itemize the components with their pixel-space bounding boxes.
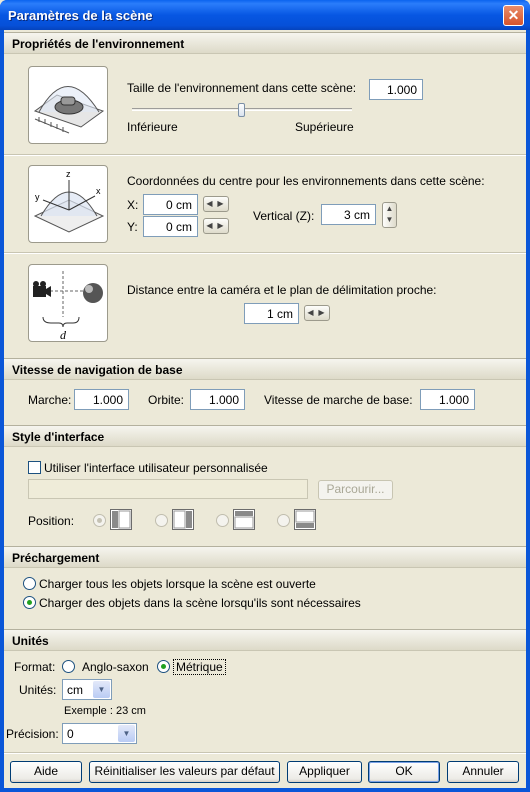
z-coordinate-input[interactable]: 3 cm [321,204,376,225]
near-clip-distance-spinner[interactable]: ◀ ▶ [304,305,330,321]
environment-size-illustration [28,66,108,144]
y-label: Y: [127,220,138,234]
x-label: X: [127,198,139,212]
slider-min-label: Inférieure [127,120,178,134]
dropdown-arrow-icon[interactable]: ▼ [118,725,135,742]
near-clip-distance-input[interactable]: 1 cm [244,303,299,324]
x-coordinate-input[interactable]: 0 cm [143,194,198,215]
precision-select[interactable]: 0 ▼ [62,723,137,744]
browse-button[interactable]: Parcourir... [318,480,393,500]
custom-interface-checkbox[interactable] [28,461,41,474]
axis-z-label: z [66,169,71,179]
orbit-label: Orbite: [148,393,185,407]
section-header-environment: Propriétés de l'environnement [4,32,526,54]
preload-all-label[interactable]: Charger tous les objets lorsque la scène… [39,577,316,591]
reset-defaults-button[interactable]: Réinitialiser les valeurs par défaut [89,761,280,783]
position-right-radio[interactable] [155,514,168,527]
help-button[interactable]: Aide [10,761,82,783]
position-label: Position: [28,514,75,528]
increment-arrow-icon[interactable]: ▶ [215,219,226,232]
up-arrow-icon[interactable]: ▲ [383,203,396,214]
divider [4,252,526,254]
dialog-body: Propriétés de l'environnement Taille de … [4,30,526,788]
base-walk-speed-label: Vitesse de marche de base: [264,393,413,407]
environment-size-label: Taille de l'environnement dans cette scè… [127,81,357,95]
walk-speed-input[interactable]: 1.000 [74,389,129,410]
decrement-arrow-icon[interactable]: ◀ [204,197,215,210]
environment-size-input[interactable]: 1.000 [369,79,423,100]
near-clip-illustration: d [28,264,108,342]
y-coordinate-input[interactable]: 0 cm [143,216,198,237]
section-header-units: Unités [4,629,526,651]
dropdown-arrow-icon[interactable]: ▼ [93,681,110,698]
decrement-arrow-icon[interactable]: ◀ [305,306,316,319]
x-coordinate-spinner[interactable]: ◀ ▶ [203,196,229,212]
custom-interface-path-field[interactable] [28,479,308,499]
layout-top-panel-icon [233,509,255,530]
layout-left-panel-icon [110,509,132,530]
distance-symbol: d [60,328,67,341]
section-header-preload: Préchargement [4,546,526,568]
metric-radio[interactable] [157,660,170,673]
position-bottom-radio[interactable] [277,514,290,527]
position-top-radio[interactable] [216,514,229,527]
axis-y-label: y [35,192,40,202]
units-select[interactable]: cm ▼ [62,679,112,700]
units-label: Unités: [19,683,57,697]
axis-x-label: x [96,186,101,196]
increment-arrow-icon[interactable]: ▶ [316,306,327,319]
preload-on-demand-radio[interactable] [23,596,36,609]
window-title: Paramètres de la scène [8,8,153,23]
center-coordinates-illustration: z y x [28,165,108,243]
down-arrow-icon[interactable]: ▼ [383,214,396,225]
custom-interface-label[interactable]: Utiliser l'interface utilisateur personn… [44,461,268,475]
imperial-label[interactable]: Anglo-saxon [82,660,149,674]
center-coordinates-label: Coordonnées du centre pour les environne… [127,174,485,188]
metric-label[interactable]: Métrique [173,659,226,675]
y-coordinate-spinner[interactable]: ◀ ▶ [203,218,229,234]
format-label: Format: [14,660,56,674]
decrement-arrow-icon[interactable]: ◀ [204,219,215,232]
precision-label: Précision: [6,727,59,741]
section-header-navigation: Vitesse de navigation de base [4,358,526,380]
title-bar[interactable]: Paramètres de la scène ✕ [0,0,530,30]
close-button[interactable]: ✕ [503,5,524,26]
apply-button[interactable]: Appliquer [287,761,362,783]
slider-max-label: Supérieure [295,120,354,134]
vertical-z-label: Vertical (Z): [253,209,315,223]
section-header-interface: Style d'interface [4,425,526,447]
orbit-speed-input[interactable]: 1.000 [190,389,245,410]
imperial-radio[interactable] [62,660,75,673]
units-select-value: cm [67,683,83,697]
ok-button[interactable]: OK [368,761,440,783]
cancel-button[interactable]: Annuler [447,761,519,783]
layout-bottom-panel-icon [294,509,316,530]
environment-size-slider-thumb[interactable] [238,103,245,117]
base-walk-speed-input[interactable]: 1.000 [420,389,475,410]
increment-arrow-icon[interactable]: ▶ [215,197,226,210]
near-clip-distance-label: Distance entre la caméra et le plan de d… [127,283,437,297]
walk-label: Marche: [28,393,72,407]
z-coordinate-spinner[interactable]: ▲ ▼ [382,202,397,228]
divider [4,752,526,754]
position-left-radio[interactable] [93,514,106,527]
preload-all-radio[interactable] [23,577,36,590]
layout-right-panel-icon [172,509,194,530]
scene-settings-dialog: Paramètres de la scène ✕ Propriétés de l… [0,0,530,792]
units-example: Exemple : 23 cm [64,705,146,717]
preload-on-demand-label[interactable]: Charger des objets dans la scène lorsqu'… [39,596,361,610]
divider [4,154,526,156]
precision-select-value: 0 [67,727,74,741]
